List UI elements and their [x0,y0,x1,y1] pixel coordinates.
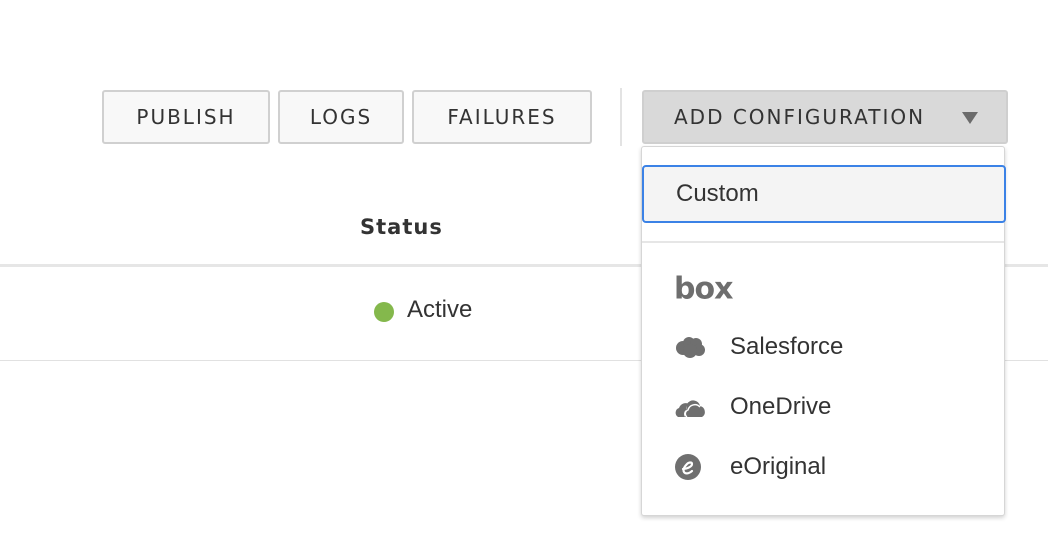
add-configuration-menu: Custom box Salesforce OneDrive eOriginal [641,146,1006,516]
menu-item-eoriginal-label: eOriginal [730,453,827,480]
status-text: Active [407,296,473,323]
menu-item-onedrive-label: OneDrive [730,393,832,420]
menu-item-salesforce-label: Salesforce [730,333,844,360]
menu-item-eoriginal[interactable]: eOriginal [642,441,1004,493]
logs-button-label: LOGS [309,105,373,129]
toolbar-divider [620,88,622,146]
publish-button-label: PUBLISH [136,105,236,129]
caret-down-icon [962,112,978,124]
failures-button-label: FAILURES [447,105,557,129]
add-configuration-button[interactable]: ADD CONFIGURATION [642,90,1008,144]
salesforce-cloud-icon [674,335,706,359]
add-configuration-label: ADD CONFIGURATION [674,105,926,129]
eoriginal-icon [674,453,702,481]
menu-separator [642,241,1004,243]
menu-item-box[interactable]: box [642,263,1004,315]
onedrive-cloud-icon [674,396,708,418]
publish-button[interactable]: PUBLISH [102,90,270,144]
status-cell: Active [374,296,472,324]
column-header-status: Status [360,215,443,239]
failures-button[interactable]: FAILURES [412,90,592,144]
menu-item-onedrive[interactable]: OneDrive [642,381,1004,433]
menu-item-custom[interactable]: Custom [642,165,1006,223]
logs-button[interactable]: LOGS [278,90,404,144]
menu-item-custom-label: Custom [676,180,759,207]
menu-item-salesforce[interactable]: Salesforce [642,321,1004,373]
box-logo-icon: box [674,271,733,307]
page: PUBLISH LOGS FAILURES ADD CONFIGURATION … [0,0,1048,544]
status-active-dot-icon [374,301,394,322]
